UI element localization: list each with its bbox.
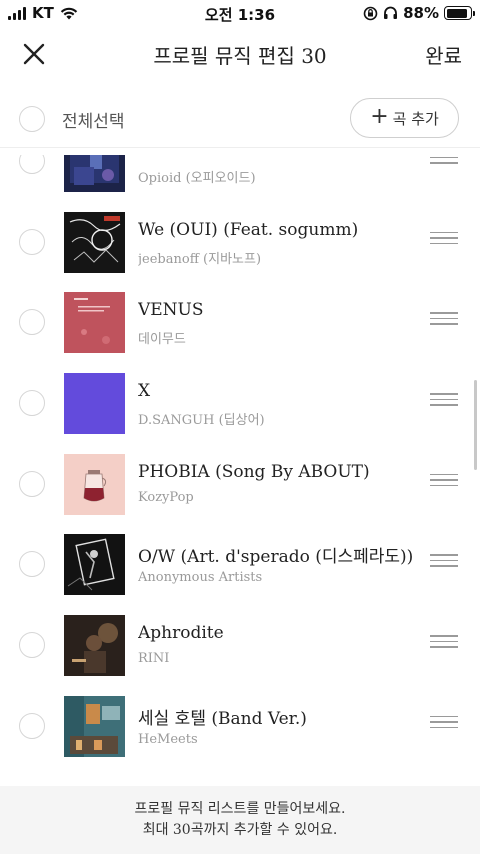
footer-line-2: 최대 30곡까지 추가할 수 있어요. bbox=[142, 822, 338, 838]
song-select-checkbox[interactable] bbox=[19, 551, 45, 578]
song-select-checkbox[interactable] bbox=[19, 309, 45, 336]
page-title: 프로필 뮤직 편집 30 bbox=[153, 44, 327, 68]
song-title: VENUS bbox=[138, 300, 204, 321]
song-artist: D.SANGUH (딥상어) bbox=[138, 413, 265, 429]
song-artist: Anonymous Artists bbox=[138, 570, 263, 586]
album-cover bbox=[64, 292, 125, 354]
drag-handle-icon[interactable] bbox=[430, 715, 458, 730]
footer-notice: 프로필 뮤직 리스트를 만들어보세요. 최대 30곡까지 추가할 수 있어요. bbox=[0, 786, 480, 854]
header: 프로필 뮤직 편집 30 완료 bbox=[0, 26, 480, 82]
drag-handle-icon[interactable] bbox=[430, 393, 458, 407]
album-cover bbox=[64, 695, 125, 757]
select-bar: 전체선택 + 곡 추가 bbox=[0, 90, 480, 148]
song-select-checkbox[interactable] bbox=[19, 390, 45, 417]
status-right: 88% bbox=[363, 4, 475, 22]
song-artist: HeMeets bbox=[138, 731, 198, 747]
song-list-content: Opioid (오피오이드) We (OUI) (Feat. sogumm) j… bbox=[0, 155, 480, 767]
scrollbar[interactable] bbox=[474, 380, 477, 470]
song-select-checkbox[interactable] bbox=[19, 470, 45, 497]
album-cover bbox=[64, 211, 125, 273]
song-artist: 데이무드 bbox=[138, 332, 186, 348]
status-bar: KT 오전 1:36 88% bbox=[0, 0, 480, 26]
drag-handle-icon[interactable] bbox=[430, 635, 458, 649]
drag-handle-icon[interactable] bbox=[430, 155, 458, 165]
song-title: X bbox=[138, 381, 151, 402]
drag-handle-icon[interactable] bbox=[430, 312, 458, 326]
battery-percent: 88% bbox=[403, 4, 439, 22]
song-select-checkbox[interactable] bbox=[19, 155, 45, 174]
battery-level bbox=[446, 8, 467, 18]
song-artist: Opioid (오피오이드) bbox=[138, 171, 256, 186]
song-title: PHOBIA (Song By ABOUT) bbox=[138, 461, 370, 482]
song-select-checkbox[interactable] bbox=[19, 632, 45, 659]
song-select-checkbox[interactable] bbox=[19, 712, 45, 739]
battery-icon bbox=[444, 6, 475, 20]
song-select-checkbox[interactable] bbox=[19, 228, 45, 255]
plus-icon: + bbox=[370, 104, 389, 129]
done-button[interactable]: 완료 bbox=[425, 40, 462, 69]
album-cover bbox=[64, 615, 125, 677]
song-row[interactable]: Aphrodite RINI bbox=[0, 605, 480, 686]
song-row[interactable]: We (OUI) (Feat. sogumm) jeebanoff (지바노프) bbox=[0, 202, 480, 283]
select-all-checkbox[interactable] bbox=[19, 106, 45, 132]
add-song-label: 곡 추가 bbox=[392, 109, 439, 128]
song-artist: jeebanoff (지바노프) bbox=[138, 251, 262, 267]
song-title: O/W (Art. d'sperado (디스페라도)) bbox=[138, 547, 414, 568]
album-cover bbox=[64, 534, 125, 596]
song-list[interactable]: Opioid (오피오이드) We (OUI) (Feat. sogumm) j… bbox=[0, 155, 480, 786]
song-artist: KozyPop bbox=[138, 489, 194, 505]
select-all-label: 전체선택 bbox=[62, 112, 125, 132]
song-row[interactable]: VENUS 데이무드 bbox=[0, 282, 480, 363]
song-artist: RINI bbox=[138, 651, 170, 667]
song-title: We (OUI) (Feat. sogumm) bbox=[138, 219, 359, 240]
orientation-lock-icon bbox=[363, 6, 378, 20]
song-title: 세실 호텔 (Band Ver.) bbox=[138, 708, 307, 729]
song-row[interactable]: Opioid (오피오이드) bbox=[0, 155, 480, 202]
album-cover bbox=[64, 155, 125, 192]
album-cover bbox=[64, 453, 125, 515]
song-row[interactable]: PHOBIA (Song By ABOUT) KozyPop bbox=[0, 444, 480, 525]
album-cover bbox=[64, 373, 125, 435]
song-row[interactable]: 세실 호텔 (Band Ver.) HeMeets bbox=[0, 686, 480, 767]
drag-handle-icon[interactable] bbox=[430, 473, 458, 488]
song-row[interactable]: X D.SANGUH (딥상어) bbox=[0, 363, 480, 444]
add-song-button[interactable]: + 곡 추가 bbox=[350, 98, 459, 138]
song-row[interactable]: O/W (Art. d'sperado (디스페라도)) Anonymous A… bbox=[0, 524, 480, 605]
drag-handle-icon[interactable] bbox=[430, 554, 458, 568]
footer-line-1: 프로필 뮤직 리스트를 만들어보세요. bbox=[134, 801, 346, 817]
drag-handle-icon[interactable] bbox=[430, 231, 458, 246]
song-title: Aphrodite bbox=[138, 623, 224, 644]
headphones-icon bbox=[384, 6, 398, 19]
